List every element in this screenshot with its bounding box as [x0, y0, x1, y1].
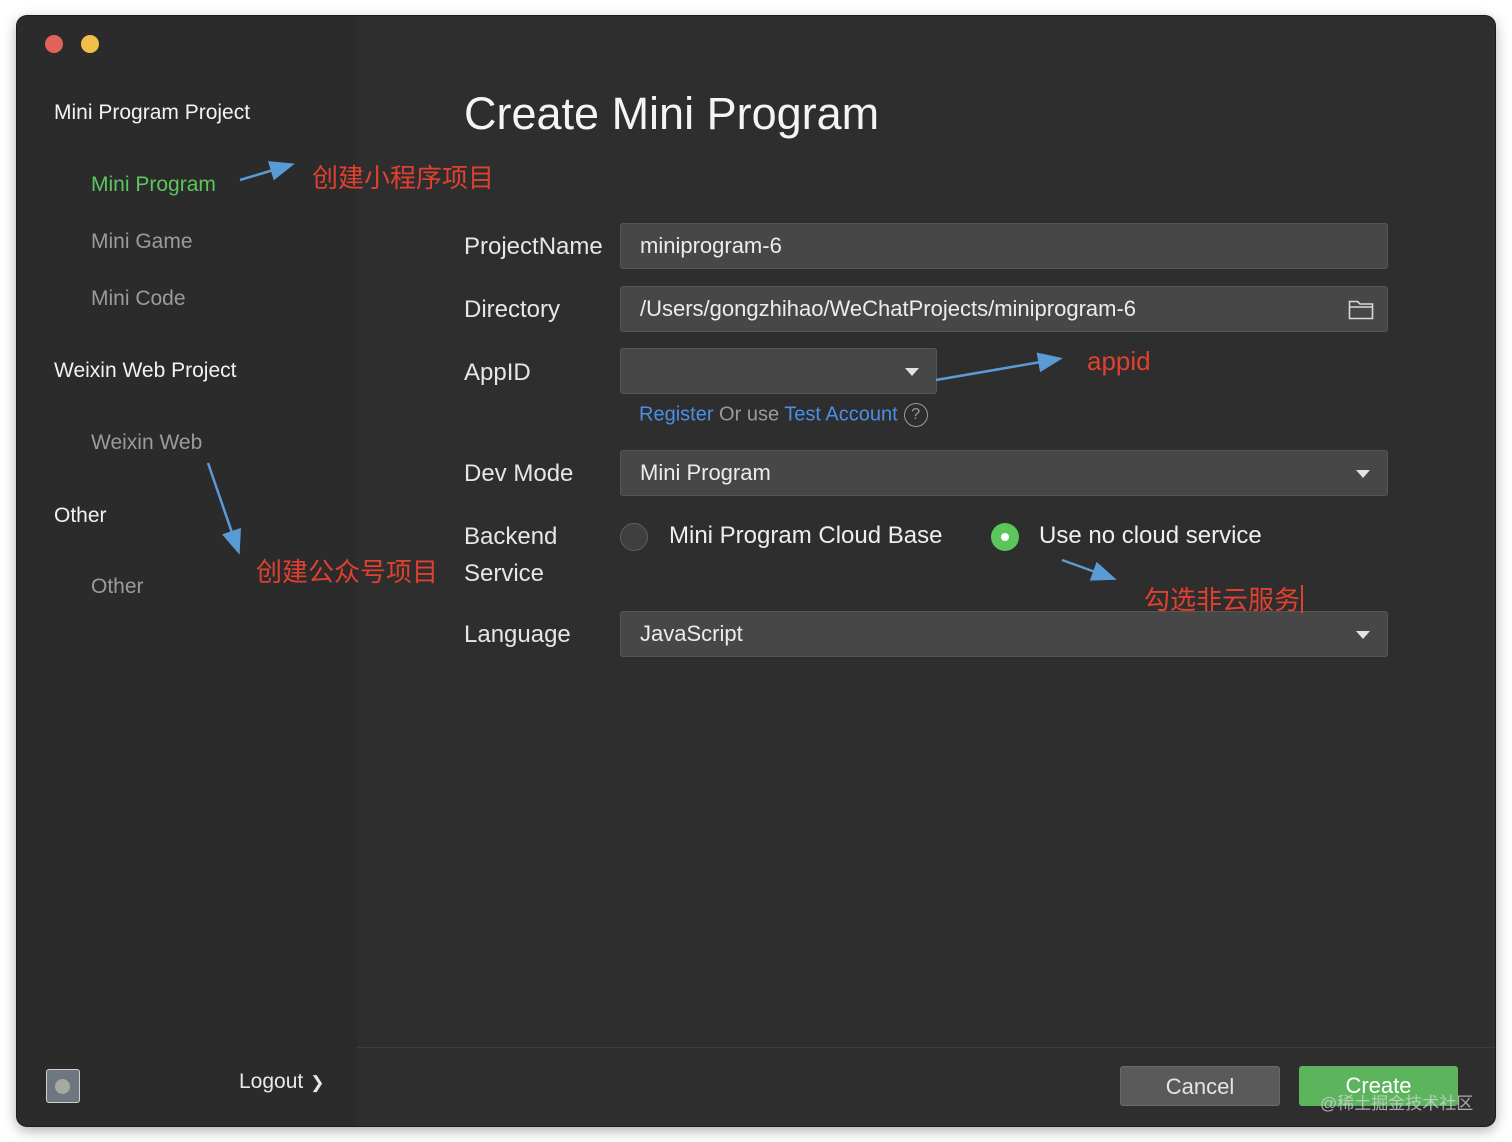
- text-caret: [1301, 585, 1304, 613]
- annotation-no-cloud: 勾选非云服务: [1144, 580, 1304, 617]
- annotation-appid: appid: [1087, 346, 1151, 376]
- annotation-arrow-appid: [935, 352, 1063, 382]
- annotation-arrow-weixin-web: [206, 462, 241, 555]
- annotation-arrow-mini-program: [239, 161, 295, 182]
- annotation-arrow-no-cloud: [1061, 558, 1117, 581]
- annotation-arrows: [206, 161, 1117, 581]
- watermark: @稀土掘金技术社区: [1320, 1094, 1474, 1113]
- annotation-create-mini-program: 创建小程序项目: [312, 163, 495, 193]
- annotation-create-official-account: 创建公众号项目: [256, 557, 439, 587]
- annotation-no-cloud-text: 勾选非云服务: [1144, 585, 1301, 615]
